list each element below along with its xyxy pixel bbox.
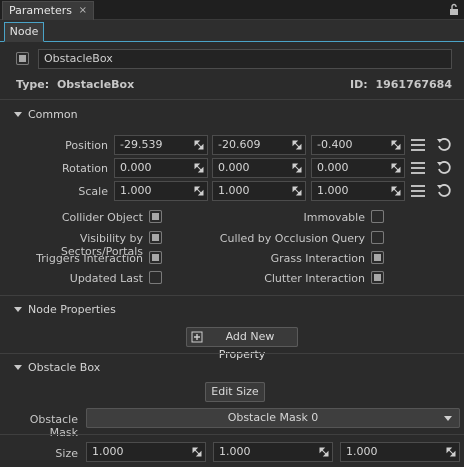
lock-icon[interactable]: [449, 3, 459, 16]
visibility-sectors-checkbox[interactable]: [149, 231, 162, 244]
tab-parameters[interactable]: Parameters ×: [2, 1, 94, 20]
scale-x-field[interactable]: 1.000: [114, 181, 208, 201]
close-icon[interactable]: ×: [79, 2, 87, 20]
position-x-field[interactable]: -29.539: [114, 135, 208, 155]
triggers-interaction-checkbox[interactable]: [149, 251, 162, 264]
edit-size-button[interactable]: Edit Size: [205, 382, 265, 402]
section-common-title: Common: [28, 108, 78, 121]
section-obstacle-box-title: Obstacle Box: [28, 361, 101, 374]
caret-down-icon: [14, 364, 22, 370]
rotation-z-value: 0.000: [317, 161, 349, 174]
divider: [0, 295, 464, 296]
drag-arrows-icon[interactable]: [292, 163, 302, 173]
drag-arrows-icon[interactable]: [292, 186, 302, 196]
menu-icon[interactable]: [411, 139, 425, 151]
section-obstacle-box-header[interactable]: Obstacle Box: [14, 361, 100, 374]
immovable-checkbox[interactable]: [371, 210, 384, 223]
id-label: ID:: [349, 78, 368, 91]
size-z-field[interactable]: 1.000: [340, 442, 460, 462]
scale-y-value: 1.000: [218, 184, 250, 197]
grass-interaction-label: Grass Interaction: [270, 252, 365, 265]
drag-arrows-icon[interactable]: [194, 140, 204, 150]
type-value: ObstacleBox: [56, 78, 135, 91]
type-label: Type:: [16, 78, 50, 91]
drag-arrows-icon[interactable]: [292, 140, 302, 150]
size-label: Size: [55, 447, 78, 460]
scale-x-value: 1.000: [120, 184, 152, 197]
node-type: Type: ObstacleBox: [16, 78, 134, 91]
position-z-field[interactable]: -0.400: [311, 135, 405, 155]
updated-last-checkbox[interactable]: [149, 271, 162, 284]
position-z-value: -0.400: [317, 138, 353, 151]
node-id: ID: 1961767684: [350, 78, 452, 91]
grass-interaction-checkbox[interactable]: [371, 251, 384, 264]
clutter-interaction-checkbox[interactable]: [371, 271, 384, 284]
section-node-properties-title: Node Properties: [28, 303, 116, 316]
size-y-field[interactable]: 1.000: [213, 442, 333, 462]
rotation-x-value: 0.000: [120, 161, 152, 174]
obstacle-mask-dropdown[interactable]: Obstacle Mask 0: [86, 408, 460, 428]
scale-z-value: 1.000: [317, 184, 349, 197]
collider-object-label: Collider Object: [61, 211, 143, 224]
add-new-property-label: Add New Property: [218, 330, 275, 361]
position-x-value: -29.539: [120, 138, 163, 151]
drag-arrows-icon[interactable]: [319, 447, 329, 457]
obstacle-mask-value: Obstacle Mask 0: [227, 411, 319, 424]
rotation-y-value: 0.000: [218, 161, 250, 174]
section-common-header[interactable]: Common: [14, 108, 78, 121]
reset-icon[interactable]: [436, 160, 452, 176]
triggers-interaction-label: Triggers Interaction: [36, 252, 143, 265]
rotation-label: Rotation: [61, 162, 108, 175]
rotation-z-field[interactable]: 0.000: [311, 158, 405, 178]
tab-node[interactable]: Node: [4, 22, 44, 42]
node-enabled-checkbox[interactable]: [16, 52, 29, 65]
clutter-interaction-label: Clutter Interaction: [264, 272, 365, 285]
add-new-property-button[interactable]: Add New Property: [186, 327, 298, 361]
reset-icon[interactable]: [436, 183, 452, 199]
add-property-icon: [191, 331, 203, 343]
drag-arrows-icon[interactable]: [194, 163, 204, 173]
divider: [0, 99, 464, 100]
obstacle-mask-label: Obstacle Mask: [29, 413, 78, 439]
rotation-y-field[interactable]: 0.000: [212, 158, 306, 178]
node-name-field[interactable]: ObstacleBox: [38, 49, 452, 69]
tab-parameters-label: Parameters: [9, 4, 72, 17]
menu-icon[interactable]: [411, 185, 425, 197]
id-value: 1961767684: [375, 78, 452, 91]
chevron-down-icon: [444, 416, 452, 421]
drag-arrows-icon[interactable]: [391, 186, 401, 196]
position-label: Position: [65, 139, 108, 152]
drag-arrows-icon[interactable]: [194, 186, 204, 196]
menu-icon[interactable]: [411, 162, 425, 174]
scale-label: Scale: [78, 185, 108, 198]
drag-arrows-icon[interactable]: [446, 447, 456, 457]
size-x-field[interactable]: 1.000: [86, 442, 206, 462]
drag-arrows-icon[interactable]: [192, 447, 202, 457]
immovable-label: Immovable: [303, 211, 365, 224]
divider: [0, 434, 464, 435]
size-x-value: 1.000: [92, 445, 124, 458]
section-node-properties-header[interactable]: Node Properties: [14, 303, 116, 316]
culled-occlusion-checkbox[interactable]: [371, 231, 384, 244]
drag-arrows-icon[interactable]: [391, 140, 401, 150]
subtab-bar: Node: [0, 20, 464, 42]
scale-z-field[interactable]: 1.000: [311, 181, 405, 201]
size-y-value: 1.000: [219, 445, 251, 458]
culled-occlusion-label: Culled by Occlusion Query: [219, 232, 365, 245]
updated-last-label: Updated Last: [69, 272, 143, 285]
divider: [0, 353, 464, 354]
drag-arrows-icon[interactable]: [391, 163, 401, 173]
panel-titlebar: Parameters ×: [0, 0, 464, 20]
size-z-value: 1.000: [346, 445, 378, 458]
rotation-x-field[interactable]: 0.000: [114, 158, 208, 178]
scale-y-field[interactable]: 1.000: [212, 181, 306, 201]
caret-down-icon: [14, 111, 22, 117]
caret-down-icon: [14, 306, 22, 312]
position-y-field[interactable]: -20.609: [212, 135, 306, 155]
collider-object-checkbox[interactable]: [149, 210, 162, 223]
position-y-value: -20.609: [218, 138, 261, 151]
reset-icon[interactable]: [436, 137, 452, 153]
